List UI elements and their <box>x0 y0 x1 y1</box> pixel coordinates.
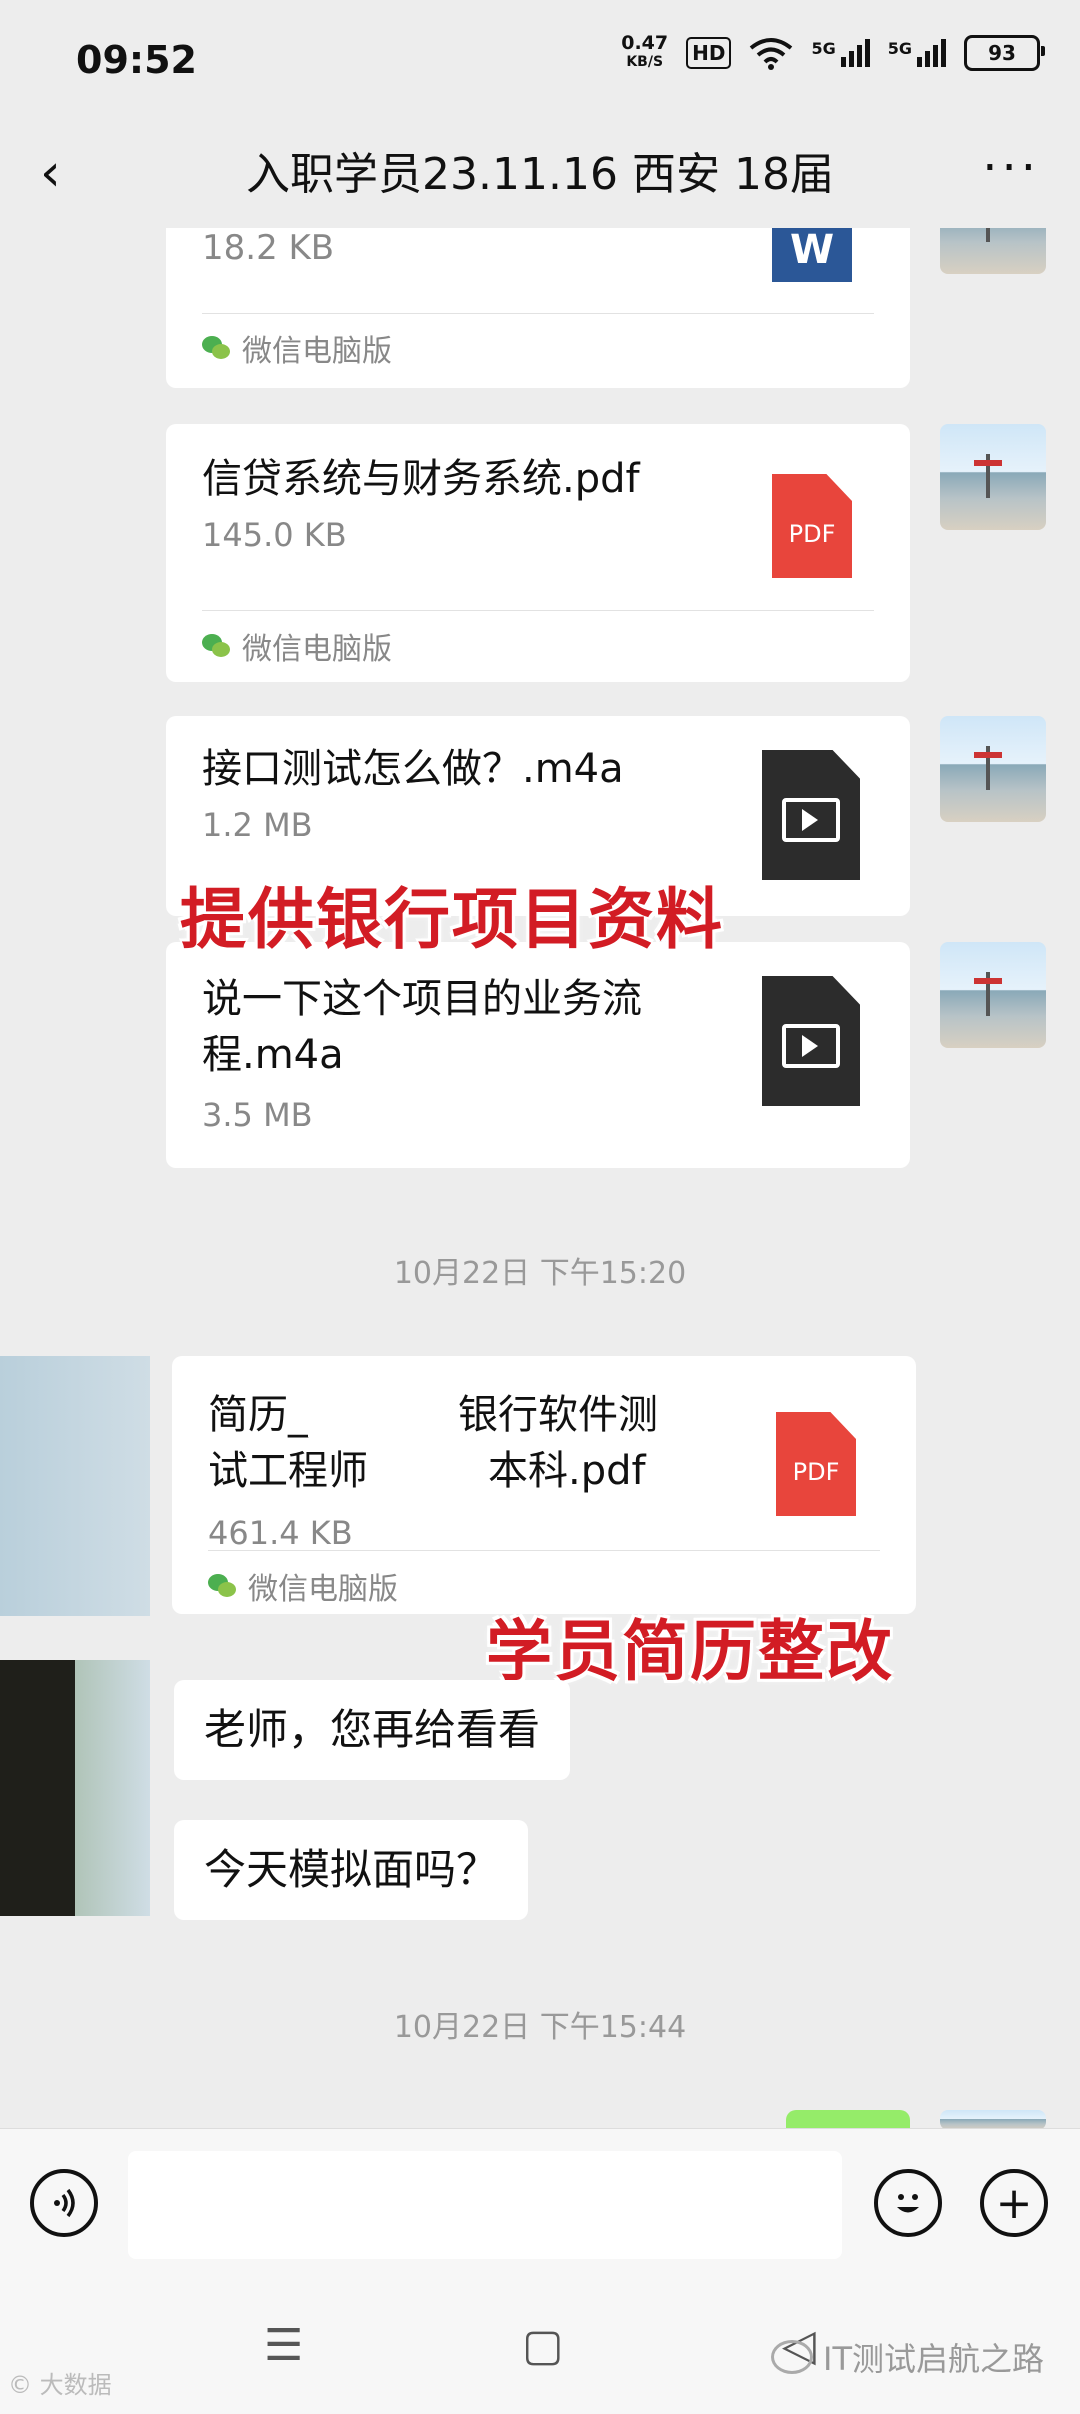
file-name: 接口测试怎么做？.m4a <box>202 746 624 792</box>
file-message-word[interactable]: 18.2 KB W 微信电脑版 <box>166 228 910 388</box>
file-name: 信贷系统与财务系统.pdf <box>202 456 640 502</box>
smile-face-icon <box>897 2194 919 2213</box>
timestamp: 10月22日 下午15:44 <box>393 2010 687 2045</box>
home-nav-button[interactable]: ▢ <box>522 2320 564 2371</box>
file-size: 145.0 KB <box>202 516 347 554</box>
redaction <box>308 1397 458 1437</box>
avatar[interactable] <box>940 228 1046 274</box>
avatar[interactable] <box>0 1356 150 1616</box>
signal-icon-2: 5G <box>888 39 946 67</box>
signal-label-1: 5G <box>811 39 836 58</box>
watermark-left: © 大数据 <box>8 2371 112 2399</box>
emoji-icon[interactable] <box>874 2169 942 2237</box>
avatar[interactable] <box>940 716 1046 822</box>
status-time: 09:52 <box>76 38 197 82</box>
file-name-part: 试工程师 <box>208 1448 368 1494</box>
file-size: 461.4 KB <box>208 1514 353 1552</box>
chat-header: ‹ 入职学员23.11.16 西安 18届 ··· <box>0 120 1080 228</box>
file-source: 微信电脑版 <box>202 624 392 668</box>
battery-icon: 93 <box>964 35 1045 71</box>
file-name-line2: 试工程师 本科.pdf <box>208 1442 768 1500</box>
chat-title: 入职学员23.11.16 西安 18届 <box>246 149 834 200</box>
wechat-icon <box>208 1574 236 1598</box>
hd-icon: HD <box>686 37 732 69</box>
voice-icon[interactable] <box>30 2169 98 2237</box>
chat-messages[interactable]: 18.2 KB W 微信电脑版 信贷系统与财务系统.pdf 145.0 KB P… <box>0 228 1080 2128</box>
status-icons: 0.47 KB/S HD 5G 5G 93 <box>621 34 1045 72</box>
text-message[interactable]: 老师，您再给看看 <box>174 1680 571 1780</box>
overlay-caption: 提供银行项目资料 <box>180 881 724 958</box>
wechat-icon <box>202 634 230 658</box>
file-source-label: 微信电脑版 <box>248 1572 398 1607</box>
signal-icon-1: 5G <box>811 39 870 67</box>
pdf-file-icon: PDF <box>772 474 852 578</box>
message-input[interactable] <box>128 2151 842 2259</box>
pdf-file-icon: PDF <box>776 1412 856 1516</box>
card-divider <box>202 313 874 314</box>
file-name-part: 本科.pdf <box>488 1448 646 1494</box>
file-name-line2: 程.m4a <box>202 1032 344 1078</box>
file-name: 说一下这个项目的业务流 <box>202 976 642 1022</box>
voice-wave-icon <box>54 2188 75 2218</box>
network-speed: 0.47 KB/S <box>621 34 668 72</box>
watermark-logo-icon <box>771 2340 813 2374</box>
file-source: 微信电脑版 <box>208 1564 398 1608</box>
file-message-pdf[interactable]: 信贷系统与财务系统.pdf 145.0 KB PDF 微信电脑版 <box>166 424 910 682</box>
file-name-part: 银行软件测 <box>458 1392 658 1438</box>
word-file-icon: W <box>772 228 852 282</box>
avatar[interactable] <box>0 1660 150 1916</box>
network-speed-value: 0.47 <box>621 32 669 54</box>
media-file-icon <box>762 750 860 880</box>
timestamp: 10月22日 下午15:20 <box>393 1256 687 1291</box>
status-bar: 09:52 0.47 KB/S HD 5G 5G 93 <box>0 0 1080 120</box>
file-size: 1.2 MB <box>202 806 313 844</box>
plus-icon[interactable]: + <box>980 2169 1048 2237</box>
sent-message-partial[interactable] <box>786 2110 910 2128</box>
file-source-label: 微信电脑版 <box>242 334 392 369</box>
file-message-pdf[interactable]: 简历_ 银行软件测 试工程师 本科.pdf 461.4 KB PDF 微信电脑版 <box>172 1356 916 1614</box>
input-bar: + <box>0 2128 1080 2281</box>
avatar[interactable] <box>940 2110 1046 2128</box>
wechat-icon <box>202 336 230 360</box>
system-nav-bar: ☰ ▢ ◁ © 大数据 IT测试启航之路 <box>0 2280 1080 2414</box>
network-speed-unit: KB/S <box>626 54 664 70</box>
file-source: 微信电脑版 <box>202 326 392 370</box>
card-divider <box>208 1550 880 1551</box>
file-size: 3.5 MB <box>202 1096 313 1134</box>
watermark-text: IT测试启航之路 <box>823 2340 1044 2378</box>
menu-nav-button[interactable]: ☰ <box>264 2320 303 2371</box>
redaction <box>368 1453 488 1493</box>
media-file-icon <box>762 976 860 1106</box>
file-name: 简历_ 银行软件测 <box>208 1386 768 1444</box>
avatar[interactable] <box>940 942 1046 1048</box>
more-icon[interactable]: ··· <box>982 140 1040 196</box>
signal-label-2: 5G <box>887 39 912 58</box>
text-message[interactable]: 今天模拟面吗？ <box>174 1820 529 1920</box>
wifi-icon <box>750 38 793 70</box>
file-message-audio[interactable]: 说一下这个项目的业务流 程.m4a 3.5 MB <box>166 942 910 1168</box>
avatar[interactable] <box>940 424 1046 530</box>
file-source-label: 微信电脑版 <box>242 632 392 667</box>
watermark-right: IT测试启航之路 <box>771 2334 1044 2380</box>
file-size: 18.2 KB <box>202 228 335 268</box>
card-divider <box>202 610 874 611</box>
file-name-part: 简历_ <box>208 1392 308 1438</box>
